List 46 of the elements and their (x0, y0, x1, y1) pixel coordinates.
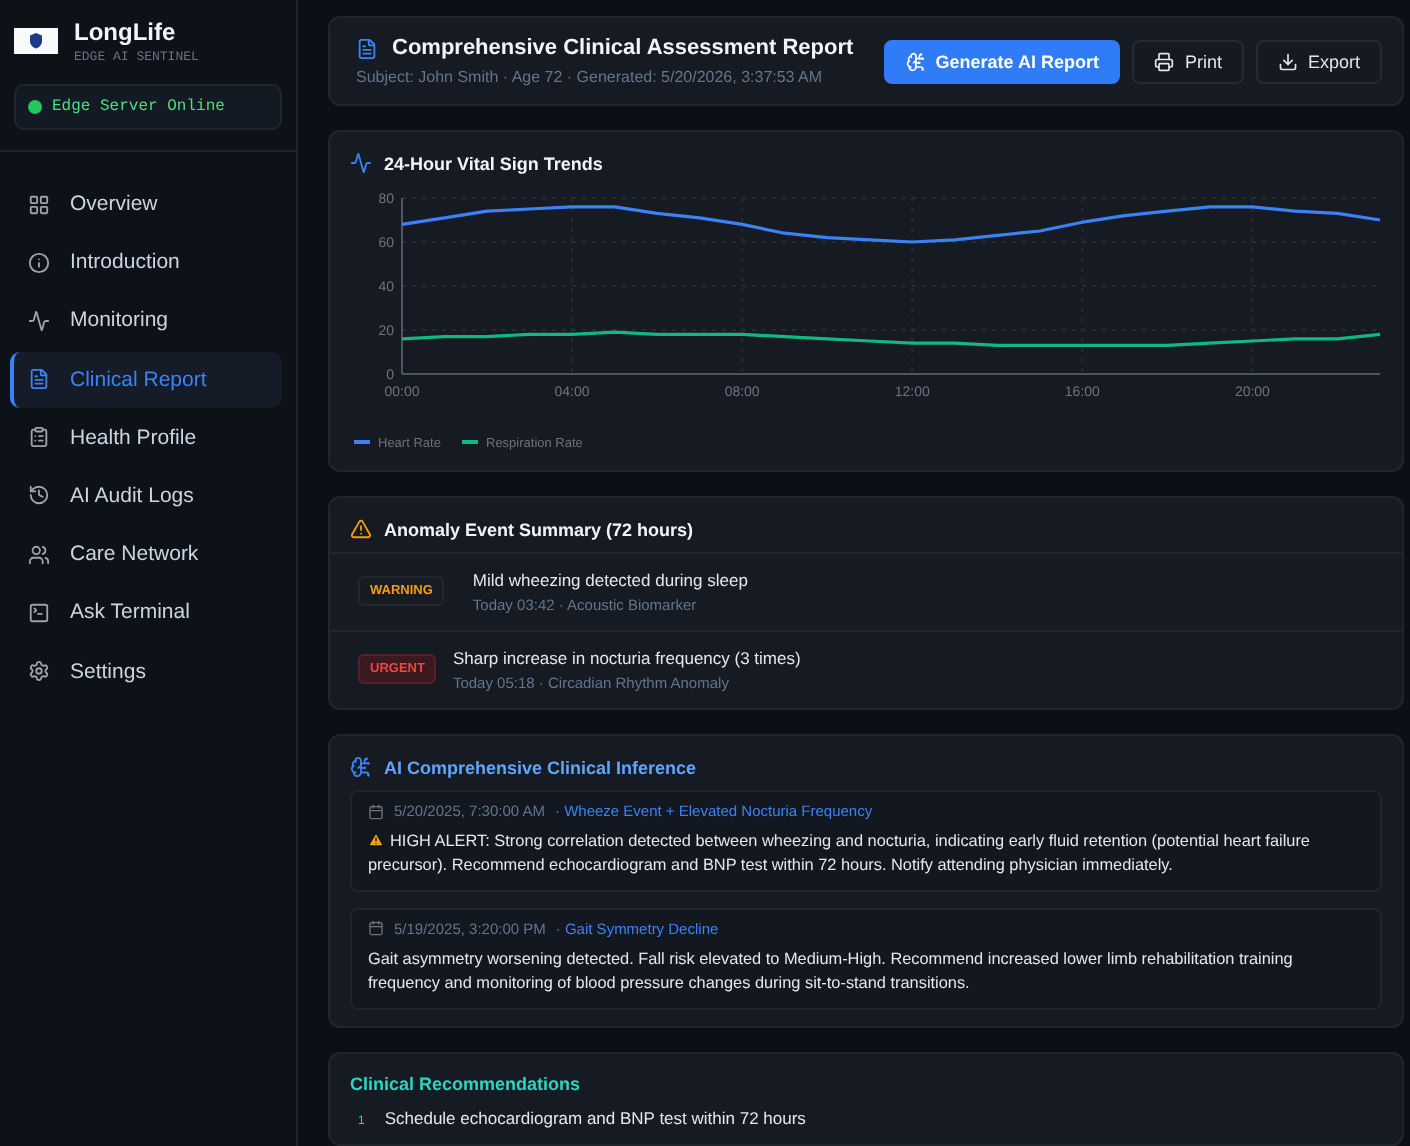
recommendation-text: Schedule echocardiogram and BNP test within 72 hours (384, 1107, 806, 1128)
status-dot (28, 100, 42, 114)
card-title: AI Comprehensive Clinical Inference (384, 757, 697, 777)
users-icon (28, 543, 50, 566)
info-icon (28, 251, 50, 274)
activity-icon (28, 309, 50, 332)
nav-item[interactable]: Care Network (10, 526, 282, 583)
warning-icon (368, 832, 384, 848)
clipboard-icon (28, 426, 50, 449)
document-icon (28, 368, 50, 391)
nav-item[interactable]: Introduction (10, 234, 282, 291)
card-title: Clinical Recommendations (350, 1073, 581, 1094)
nav-item[interactable]: Health Profile (10, 409, 282, 466)
brand-name: LongLife (74, 18, 178, 46)
brain-icon (905, 51, 926, 71)
nav-item[interactable]: Settings (10, 643, 282, 699)
event-title: Sharp increase in nocturia frequency (3 times) (452, 648, 801, 668)
settings-icon (28, 660, 50, 682)
nav-item[interactable]: Monitoring (10, 292, 282, 349)
generate-button[interactable]: Generate AI Report (883, 39, 1121, 83)
event-title: Mild wheezing detected during sleep (472, 570, 748, 590)
report-subtitle: Subject: John Smith · Age 72 · Generated: 5/20/2026, 3:37:53 AM (356, 68, 825, 86)
action-button[interactable]: Export (1255, 39, 1382, 83)
logo (14, 28, 58, 54)
print-icon (1154, 51, 1175, 71)
nav-item[interactable]: Overview (10, 176, 282, 232)
nav-item[interactable]: Clinical Report (10, 351, 282, 408)
brain-icon (350, 756, 372, 778)
entry-text: Gait asymmetry worsening detected. Fall risk elevated to Medium-High. Recommend increased lower limb rehabilitation training frequency and monitoring of blood pressure changes during sit-to-stand transitions. (368, 947, 1295, 996)
document-icon (356, 37, 378, 59)
history-icon (28, 484, 50, 507)
nav-item[interactable]: AI Audit Logs (10, 467, 282, 524)
card-title: 24-Hour Vital Sign Trends (384, 153, 603, 173)
entry-text: HIGH ALERT: Strong correlation detected between wheezing and nocturia, indicating early fluid retention (potential heart failure precursor). Recommend echocardiogram and BNP test within 72 hours. Notify attending physician immediately. (368, 830, 1312, 878)
calendar-icon (368, 803, 384, 819)
report-title: Comprehensive Clinical Assessment Report (392, 36, 854, 60)
action-button[interactable]: Print (1132, 39, 1244, 83)
terminal-icon (28, 601, 50, 624)
download-icon (1277, 51, 1298, 71)
calendar-icon (368, 920, 384, 937)
grid-icon (28, 193, 50, 215)
nav-item[interactable]: Ask Terminal (10, 584, 282, 641)
activity-icon (350, 152, 372, 174)
status-text: Edge Server Online (52, 98, 225, 116)
warning-icon (350, 518, 372, 540)
card-title: Anomaly Event Summary (72 hours) (384, 519, 694, 539)
